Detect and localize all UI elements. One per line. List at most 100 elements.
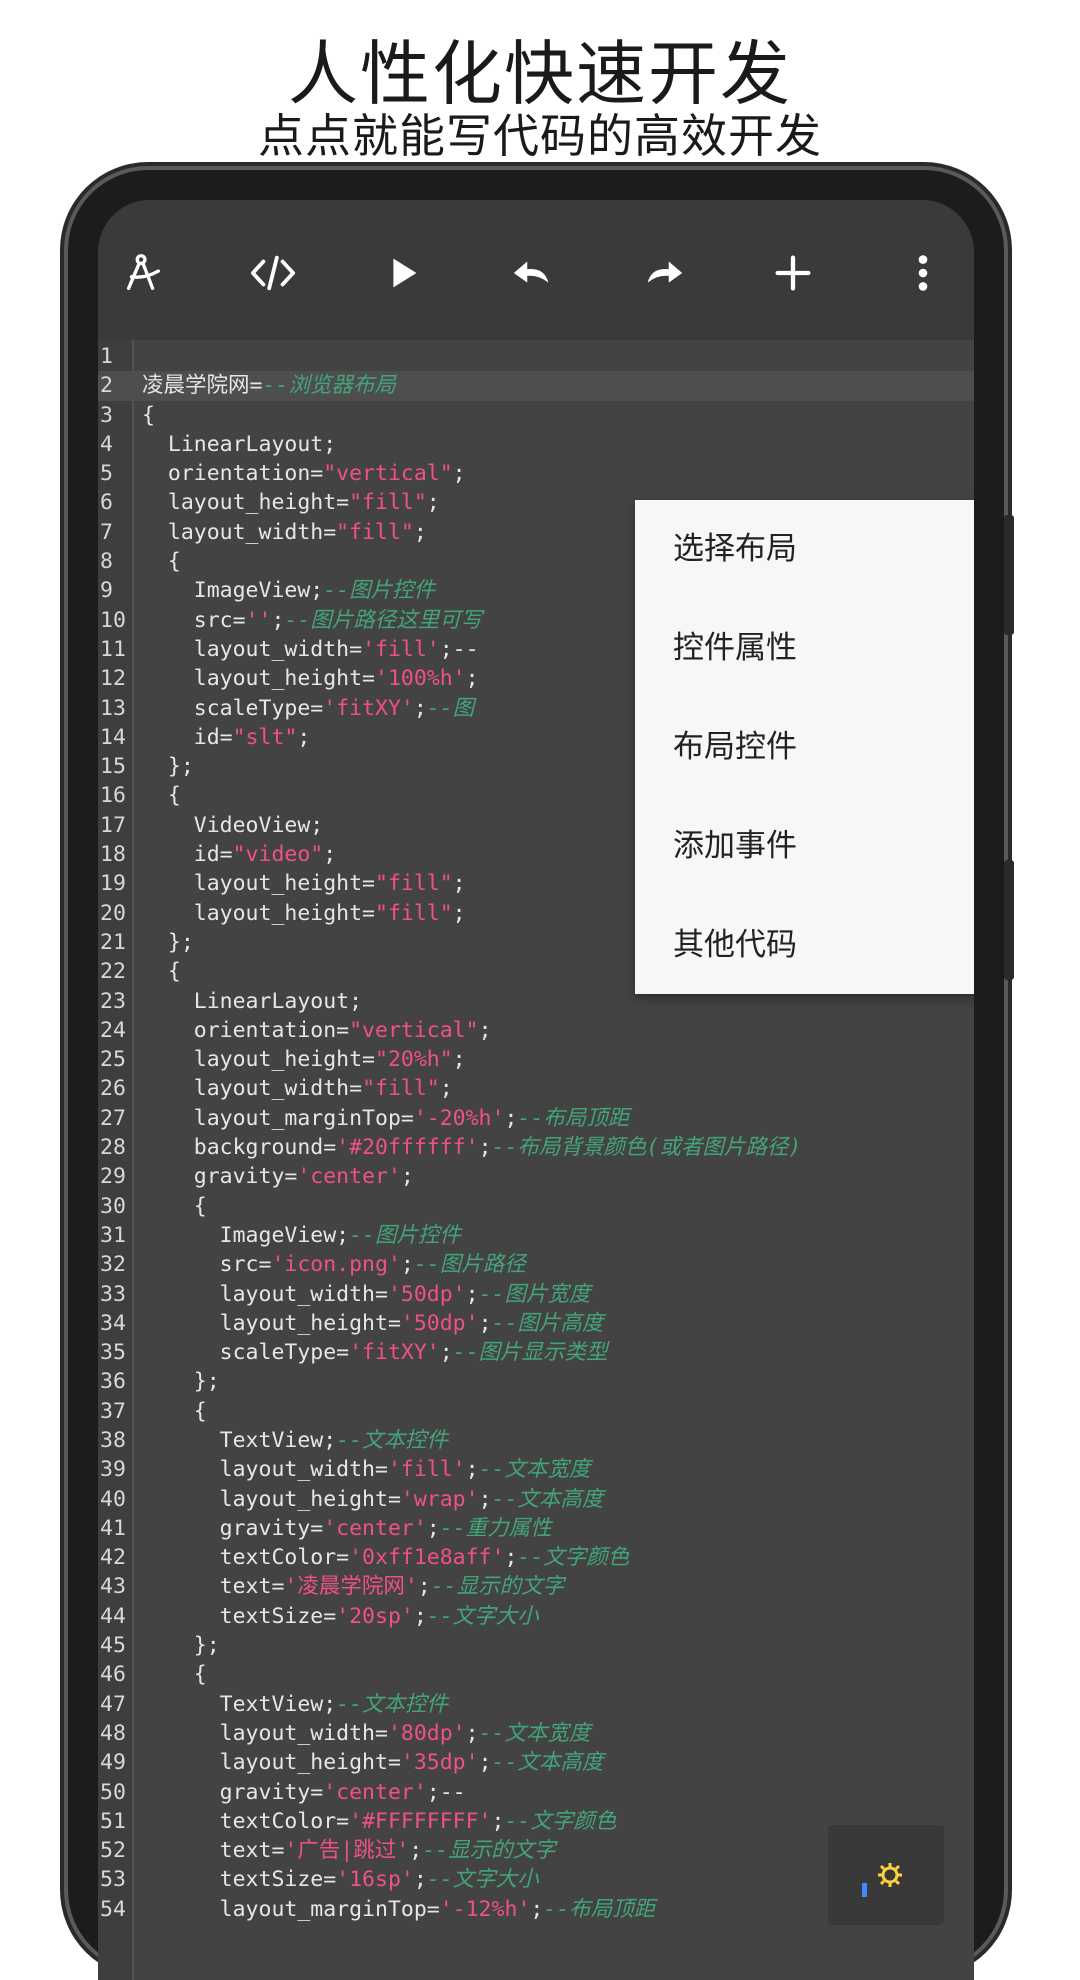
undo-icon — [513, 261, 549, 283]
code-line[interactable]: 27 layout_marginTop='-20%h';--布局顶距 — [98, 1104, 974, 1133]
code-text: layout_height="fill"; — [142, 899, 466, 928]
code-line[interactable]: 40 layout_height='wrap';--文本高度 — [98, 1485, 974, 1514]
code-line[interactable]: 48 layout_width='80dp';--文本宽度 — [98, 1719, 974, 1748]
code-line[interactable]: 4 LinearLayout; — [98, 430, 974, 459]
code-line[interactable]: 41 gravity='center';--重力属性 — [98, 1514, 974, 1543]
undo-button[interactable] — [498, 238, 568, 308]
code-line[interactable]: 46 { — [98, 1660, 974, 1689]
code-line[interactable]: 47 TextView;--文本控件 — [98, 1690, 974, 1719]
code-token: ; — [452, 871, 466, 897]
code-line[interactable]: 45 }; — [98, 1631, 974, 1660]
code-line[interactable]: 33 layout_width='50dp';--图片宽度 — [98, 1280, 974, 1309]
line-number: 10 — [100, 607, 126, 633]
code-text: }; — [142, 1367, 220, 1396]
menu-item-select-layout[interactable]: 选择布局 — [635, 500, 974, 599]
code-text: layout_width='fill';-- — [142, 635, 479, 664]
menu-item-add-event[interactable]: 添加事件 — [635, 797, 974, 896]
line-number: 24 — [100, 1017, 126, 1043]
code-line[interactable]: 29 gravity='center'; — [98, 1162, 974, 1191]
code-button[interactable] — [238, 238, 308, 308]
line-number: 33 — [100, 1281, 126, 1307]
code-text: orientation="vertical"; — [142, 459, 466, 488]
code-token: ; — [417, 1574, 431, 1600]
code-token: TextView; — [142, 1691, 337, 1717]
line-number: 37 — [100, 1398, 126, 1424]
code-line[interactable]: 49 layout_height='35dp';--文本高度 — [98, 1748, 974, 1777]
more-options-button[interactable] — [888, 238, 958, 308]
code-text: { — [142, 781, 181, 810]
code-comment: --文本控件 — [336, 1691, 449, 1717]
line-number: 16 — [100, 783, 126, 809]
code-token: src= — [142, 1252, 272, 1278]
code-comment: --图片显示类型 — [452, 1340, 608, 1366]
code-text: src='icon.png';--图片路径 — [142, 1250, 526, 1279]
code-line[interactable]: 36 }; — [98, 1367, 974, 1396]
code-string: 'icon.png' — [271, 1252, 401, 1278]
code-comment: --图片路径这里可写 — [284, 607, 483, 633]
code-line[interactable]: 32 src='icon.png';--图片路径 — [98, 1250, 974, 1279]
compass-button[interactable] — [108, 238, 178, 308]
editor-toolbar — [98, 200, 974, 340]
floating-settings-button[interactable] — [828, 1825, 944, 1925]
code-token: ;-- — [439, 636, 479, 662]
line-number: 14 — [100, 724, 126, 750]
line-number: 6 — [100, 490, 113, 516]
code-line[interactable]: 3{ — [98, 401, 974, 430]
code-line[interactable]: 42 textColor='0xff1e8aff';--文字颜色 — [98, 1543, 974, 1572]
code-line[interactable]: 34 layout_height='50dp';--图片高度 — [98, 1309, 974, 1338]
code-line[interactable]: 50 gravity='center';-- — [98, 1778, 974, 1807]
code-token: textSize= — [142, 1867, 337, 1893]
line-number: 47 — [100, 1691, 126, 1717]
line-number: 46 — [100, 1662, 126, 1688]
line-number: 3 — [100, 402, 113, 428]
code-text: layout_width='80dp';--文本宽度 — [142, 1719, 591, 1748]
phone-volume-button — [1004, 515, 1014, 635]
menu-item-other-code[interactable]: 其他代码 — [635, 896, 974, 995]
code-token: gravity= — [142, 1164, 298, 1190]
code-line[interactable]: 30 { — [98, 1192, 974, 1221]
code-token: ; — [413, 1603, 427, 1629]
code-line[interactable]: 25 layout_height="20%h"; — [98, 1045, 974, 1074]
code-token: }; — [142, 1633, 220, 1659]
code-string: "fill" — [349, 490, 427, 516]
code-string: '20sp' — [336, 1603, 414, 1629]
line-number: 45 — [100, 1633, 126, 1659]
code-string: '50dp' — [387, 1281, 466, 1307]
line-number: 48 — [100, 1720, 126, 1746]
menu-item-layout-widgets[interactable]: 布局控件 — [635, 698, 974, 797]
line-number: 7 — [100, 519, 113, 545]
code-line[interactable]: 28 background='#20ffffff';--布局背景颜色(或者图片路… — [98, 1133, 974, 1162]
code-line[interactable]: 26 layout_width="fill"; — [98, 1074, 974, 1103]
code-comment: --图 — [426, 695, 475, 721]
line-number: 15 — [100, 754, 126, 780]
line-number: 18 — [100, 842, 126, 868]
code-line[interactable]: 31 ImageView;--图片控件 — [98, 1221, 974, 1250]
code-text: TextView;--文本控件 — [142, 1690, 448, 1719]
line-number: 26 — [100, 1076, 126, 1102]
code-line[interactable]: 2 凌晨学院网=--浏览器布局 — [98, 371, 974, 401]
code-line[interactable]: 5 orientation="vertical"; — [98, 459, 974, 488]
code-string: '-12%h' — [439, 1896, 531, 1922]
code-comment: --文字大小 — [426, 1867, 539, 1893]
code-line[interactable]: 44 textSize='20sp';--文字大小 — [98, 1602, 974, 1631]
code-line[interactable]: 43 text='凌晨学院网';--显示的文字 — [98, 1572, 974, 1601]
code-line[interactable]: 24 orientation="vertical"; — [98, 1016, 974, 1045]
run-button[interactable] — [368, 238, 438, 308]
code-text: }; — [142, 1631, 220, 1660]
code-line[interactable]: 38 TextView;--文本控件 — [98, 1426, 974, 1455]
code-line[interactable]: 35 scaleType='fitXY';--图片显示类型 — [98, 1338, 974, 1367]
add-button[interactable] — [758, 238, 828, 308]
code-line[interactable]: 39 layout_width='fill';--文本宽度 — [98, 1455, 974, 1484]
code-line[interactable]: 1 — [98, 342, 974, 371]
code-token: layout_width= — [142, 1281, 388, 1307]
code-comment: --图片控件 — [323, 578, 436, 604]
line-number: 20 — [100, 900, 126, 926]
line-number: 32 — [100, 1252, 126, 1278]
play-icon — [393, 258, 417, 288]
code-token: layout_height= — [142, 1310, 401, 1336]
code-token: layout_marginTop= — [142, 1105, 414, 1131]
code-line[interactable]: 37 { — [98, 1397, 974, 1426]
redo-button[interactable] — [628, 238, 698, 308]
code-string: 'center' — [323, 1779, 427, 1805]
menu-item-widget-properties[interactable]: 控件属性 — [635, 599, 974, 698]
